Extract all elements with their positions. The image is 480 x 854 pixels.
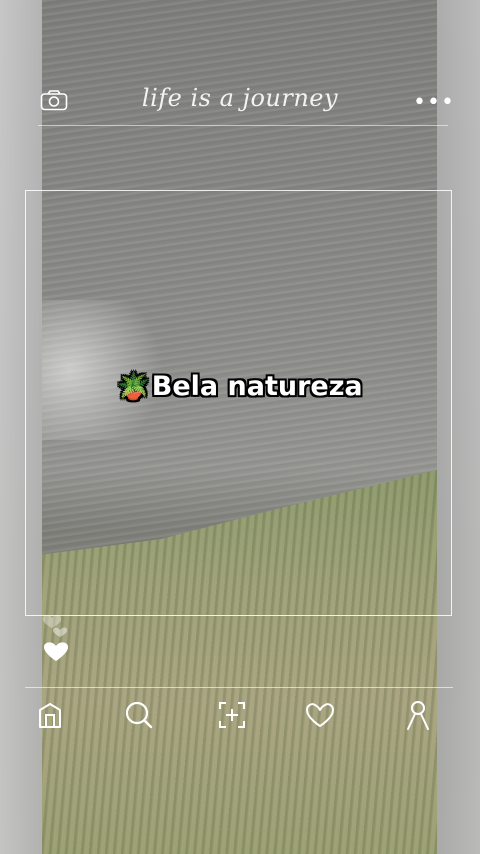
search-icon <box>125 701 153 729</box>
app-title: life is a journey <box>141 84 339 112</box>
profile-icon <box>407 701 429 730</box>
likes-icon <box>306 703 334 727</box>
more-dots-icon[interactable]: ••• <box>413 90 455 115</box>
heart-icon[interactable] <box>40 610 80 670</box>
caption-text: Bela natureza <box>151 371 363 402</box>
nav-home-button[interactable] <box>30 695 70 735</box>
add-post-icon <box>219 702 245 728</box>
top-bar: life is a journey ••• <box>0 70 480 130</box>
bottom-nav <box>0 695 480 740</box>
nav-add-button[interactable] <box>212 695 252 735</box>
floating-hearts <box>40 610 80 670</box>
nav-likes-button[interactable] <box>300 695 340 735</box>
post-caption: 🪴Bela natureza <box>0 371 480 402</box>
nav-divider <box>25 687 453 688</box>
nav-search-button[interactable] <box>119 695 159 735</box>
potted-plant-emoji: 🪴 <box>117 372 150 402</box>
home-icon <box>39 703 61 728</box>
header-divider <box>38 125 448 126</box>
photo-frame <box>25 190 452 616</box>
nav-profile-button[interactable] <box>398 695 438 735</box>
